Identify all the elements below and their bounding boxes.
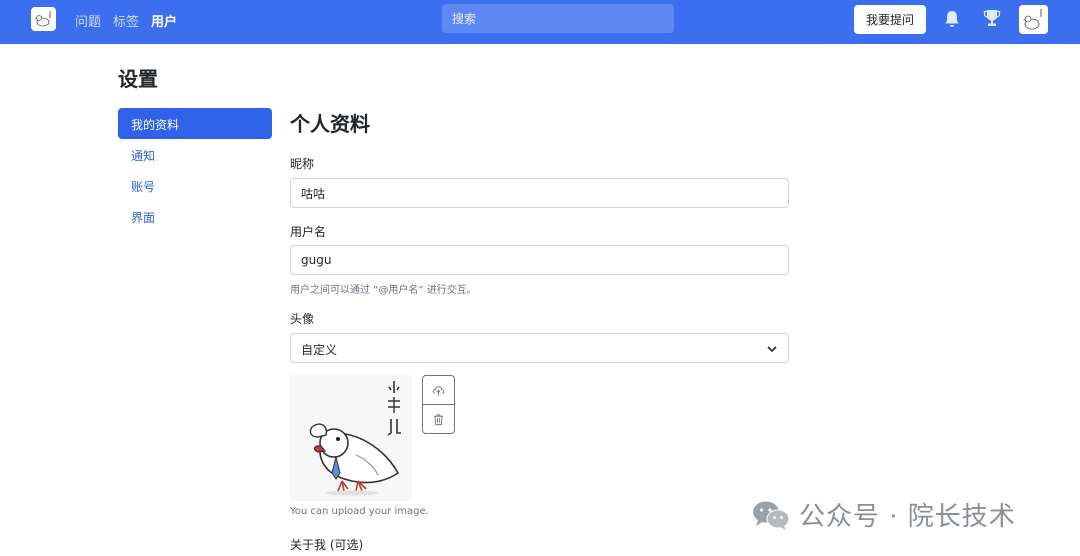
upload-avatar-button[interactable] <box>423 376 454 404</box>
avatar-label: 头像 <box>290 312 315 326</box>
bell-icon[interactable] <box>942 9 962 29</box>
user-avatar[interactable] <box>1019 5 1048 34</box>
site-logo[interactable] <box>31 7 56 31</box>
sidebar-item-account[interactable]: 账号 <box>118 170 272 201</box>
username-help-text: 用户之间可以通过 “@用户名” 进行交互。 <box>290 285 477 296</box>
avatar-action-buttons <box>422 375 455 434</box>
top-navbar: 问题 标签 用户 我要提问 <box>0 0 1080 44</box>
chevron-down-icon <box>767 346 777 353</box>
ask-question-button[interactable]: 我要提问 <box>854 5 926 34</box>
section-title: 个人资料 <box>290 112 370 136</box>
delete-avatar-button[interactable] <box>423 405 454 433</box>
pigeon-avatar-icon <box>1019 5 1048 34</box>
avatar-type-value: 自定义 <box>301 343 338 357</box>
wechat-icon <box>753 501 790 530</box>
nickname-input[interactable] <box>290 178 789 208</box>
about-me-label: 关于我 (可选) <box>290 538 364 552</box>
avatar-preview-image <box>290 375 412 501</box>
trophy-icon[interactable] <box>982 8 1002 28</box>
username-input[interactable] <box>290 245 789 275</box>
nav-tags-link[interactable]: 标签 <box>113 11 139 30</box>
nav-users-link[interactable]: 用户 <box>151 11 177 30</box>
username-label: 用户名 <box>290 225 327 239</box>
avatar-type-select[interactable]: 自定义 <box>290 333 789 363</box>
sidebar-item-profile[interactable]: 我的资料 <box>118 108 272 139</box>
nav-questions-link[interactable]: 问题 <box>75 11 101 30</box>
watermark-text: 公众号 · 院长技术 <box>799 502 1016 532</box>
page-title: 设置 <box>118 67 158 91</box>
avatar-help-text: You can upload your image. <box>290 506 429 517</box>
search-input[interactable] <box>442 4 674 33</box>
nickname-label: 昵称 <box>290 157 315 171</box>
pigeon-cartoon-image <box>290 375 412 501</box>
trash-icon <box>433 413 444 425</box>
cloud-upload-icon <box>432 385 445 396</box>
sidebar-item-notifications[interactable]: 通知 <box>118 139 272 170</box>
wechat-watermark: 公众号 · 院长技术 <box>751 496 1016 533</box>
pigeon-logo-icon <box>34 11 51 27</box>
sidebar-item-interface[interactable]: 界面 <box>118 201 272 232</box>
